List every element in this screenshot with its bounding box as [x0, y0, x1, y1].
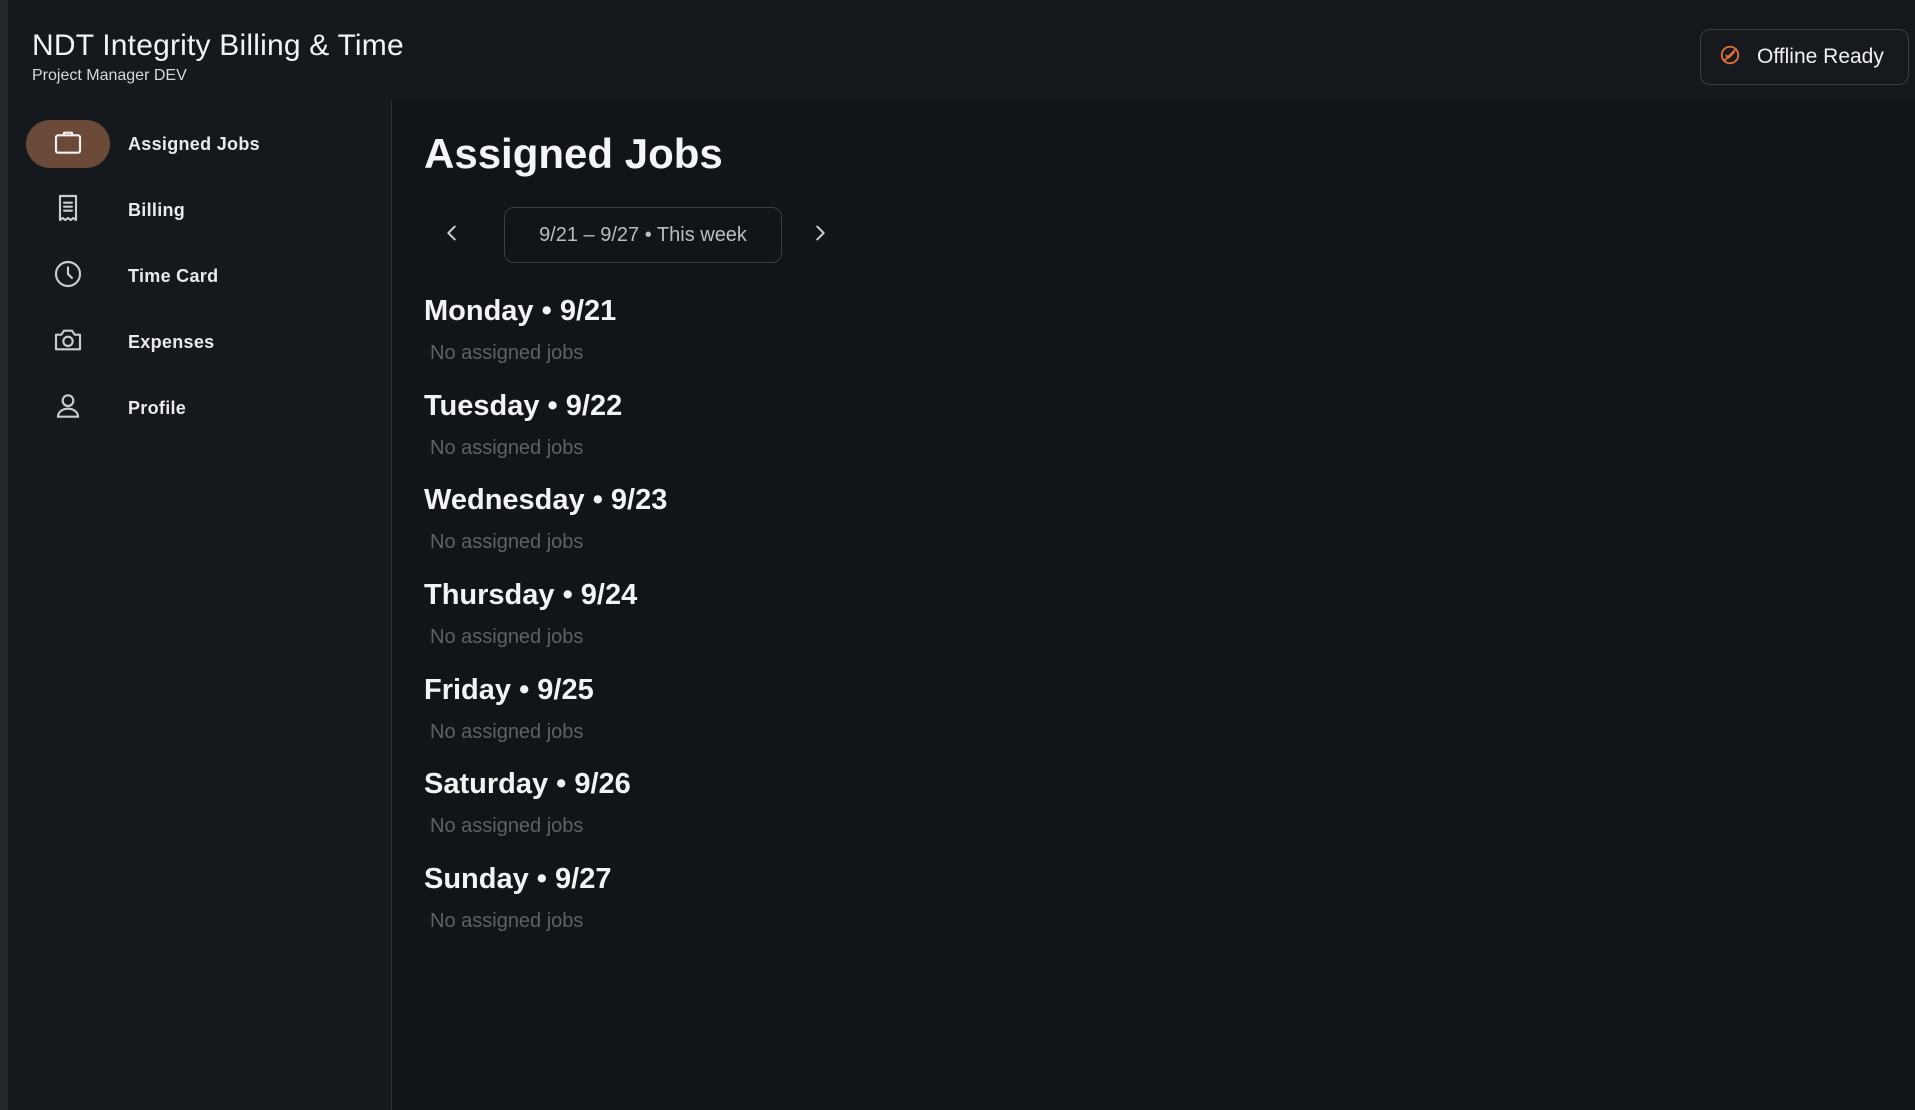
day-section-sunday: Sunday • 9/27 No assigned jobs	[424, 863, 611, 933]
sidebar-item-label: Profile	[128, 397, 187, 418]
sidebar-item-time-card[interactable]: Time Card	[26, 252, 376, 300]
empty-state-text: No assigned jobs	[430, 437, 584, 459]
main-content: Assigned Jobs 9/21 – 9/27 • This week Mo…	[392, 100, 1915, 1110]
week-range-selector[interactable]: 9/21 – 9/27 • This week	[504, 207, 782, 263]
briefcase-icon	[52, 126, 84, 163]
app-subtitle: Project Manager DEV	[32, 67, 187, 84]
page-title: Assigned Jobs	[424, 130, 723, 177]
empty-state-text: No assigned jobs	[430, 626, 584, 648]
sidebar-item-label: Assigned Jobs	[128, 133, 260, 154]
sidebar-item-label: Time Card	[128, 265, 219, 286]
receipt-icon	[52, 192, 84, 229]
person-icon	[52, 390, 84, 427]
offline-status-icon	[1719, 44, 1741, 71]
sidebar-item-profile[interactable]: Profile	[26, 384, 376, 432]
sidebar: Assigned Jobs Billing Time Card Expenses…	[8, 100, 392, 1110]
day-heading: Tuesday • 9/22	[424, 390, 623, 422]
sidebar-item-assigned-jobs[interactable]: Assigned Jobs	[26, 120, 376, 168]
empty-state-text: No assigned jobs	[430, 342, 584, 364]
app-window: NDT Integrity Billing & Time Project Man…	[0, 0, 1915, 1110]
week-navigator: 9/21 – 9/27 • This week	[424, 207, 844, 263]
empty-state-text: No assigned jobs	[430, 815, 584, 837]
day-section-wednesday: Wednesday • 9/23 No assigned jobs	[424, 484, 667, 554]
next-week-button[interactable]	[800, 215, 840, 255]
previous-week-button[interactable]	[432, 215, 472, 255]
app-header: NDT Integrity Billing & Time Project Man…	[8, 0, 1915, 100]
chevron-right-icon	[809, 222, 831, 249]
day-section-thursday: Thursday • 9/24 No assigned jobs	[424, 579, 637, 649]
day-heading: Thursday • 9/24	[424, 579, 638, 611]
empty-state-text: No assigned jobs	[430, 910, 584, 932]
day-section-saturday: Saturday • 9/26 No assigned jobs	[424, 768, 631, 838]
day-heading: Saturday • 9/26	[424, 768, 631, 800]
sidebar-item-label: Billing	[128, 199, 186, 220]
app-title: NDT Integrity Billing & Time	[32, 29, 404, 62]
empty-state-text: No assigned jobs	[430, 721, 584, 743]
sidebar-item-expenses[interactable]: Expenses	[26, 318, 376, 366]
day-section-friday: Friday • 9/25 No assigned jobs	[424, 674, 594, 744]
clock-icon	[52, 258, 84, 295]
offline-ready-label: Offline Ready	[1757, 45, 1884, 68]
day-heading: Sunday • 9/27	[424, 863, 612, 895]
offline-ready-button[interactable]: Offline Ready	[1700, 29, 1909, 85]
day-heading: Friday • 9/25	[424, 674, 594, 706]
camera-icon	[52, 324, 84, 361]
day-section-tuesday: Tuesday • 9/22 No assigned jobs	[424, 390, 622, 460]
empty-state-text: No assigned jobs	[430, 531, 584, 553]
sidebar-item-label: Expenses	[128, 331, 215, 352]
day-heading: Monday • 9/21	[424, 295, 617, 327]
sidebar-item-billing[interactable]: Billing	[26, 186, 376, 234]
day-heading: Wednesday • 9/23	[424, 484, 668, 516]
day-section-monday: Monday • 9/21 No assigned jobs	[424, 295, 616, 365]
chevron-left-icon	[441, 222, 463, 249]
